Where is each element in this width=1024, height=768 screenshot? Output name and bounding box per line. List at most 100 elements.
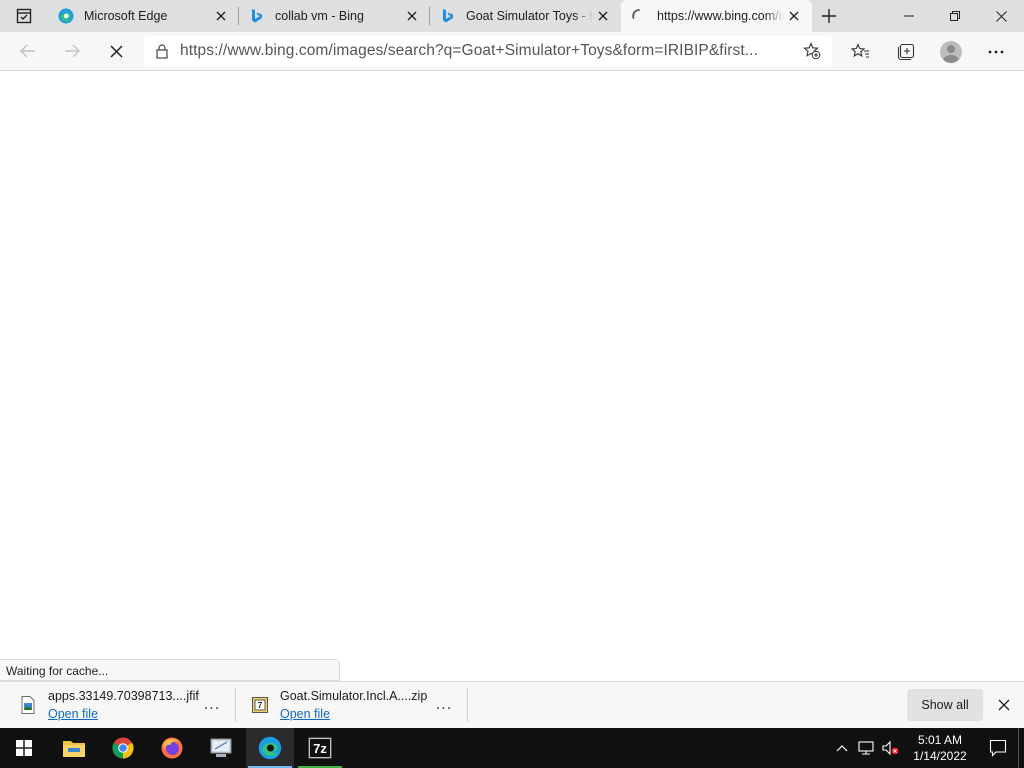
browser-toolbar: https://www.bing.com/images/search?q=Goa…	[0, 32, 1024, 71]
address-bar[interactable]: https://www.bing.com/images/search?q=Goa…	[144, 36, 832, 66]
close-icon	[598, 11, 608, 21]
forward-arrow-icon	[65, 44, 80, 58]
network-icon	[858, 741, 874, 755]
close-icon	[407, 11, 417, 21]
edge-icon	[258, 736, 282, 760]
download-bar: apps.33149.70398713....jfif Open file ..…	[0, 681, 1024, 728]
open-file-link[interactable]: Open file	[280, 707, 427, 721]
settings-more-button[interactable]	[973, 34, 1018, 70]
notification-icon	[989, 739, 1007, 757]
taskbar-network-computer[interactable]	[197, 728, 245, 768]
firefox-icon	[161, 737, 183, 759]
taskbar-chrome[interactable]	[99, 728, 147, 768]
tab-bing-images-loading[interactable]: https://www.bing.com/images/search	[621, 0, 812, 32]
avatar	[939, 40, 962, 63]
star-add-icon	[803, 42, 821, 60]
page-content	[0, 71, 1024, 659]
stop-loading-button[interactable]	[94, 33, 138, 69]
download-item[interactable]: apps.33149.70398713....jfif Open file	[20, 682, 199, 728]
tab-close-button[interactable]	[593, 6, 613, 26]
taskbar-firefox[interactable]	[148, 728, 196, 768]
profile-button[interactable]	[928, 34, 973, 70]
close-window-button[interactable]	[978, 0, 1024, 32]
new-tab-button[interactable]	[812, 0, 846, 32]
close-download-bar-button[interactable]	[992, 694, 1016, 716]
stop-icon	[109, 44, 123, 58]
bing-icon	[249, 8, 265, 24]
clock-date: 1/14/2022	[913, 749, 967, 763]
close-icon	[995, 10, 1007, 22]
taskbar-7zip[interactable]: 7z	[296, 728, 344, 768]
back-arrow-icon	[20, 44, 35, 58]
download-filename: apps.33149.70398713....jfif	[48, 689, 199, 703]
restore-button[interactable]	[932, 0, 978, 32]
download-item[interactable]: 7 Goat.Simulator.Incl.A....zip Open file	[252, 682, 427, 728]
tab-collab-vm[interactable]: collab vm - Bing	[239, 0, 430, 32]
clock-time: 5:01 AM	[917, 733, 963, 747]
svg-text:7: 7	[258, 701, 263, 710]
download-more-container: ...	[432, 682, 456, 728]
network-tray-button[interactable]	[854, 728, 878, 768]
download-separator	[235, 688, 236, 722]
forward-button[interactable]	[50, 33, 94, 69]
close-icon	[789, 11, 799, 21]
show-desktop-button[interactable]	[1018, 728, 1024, 768]
windows-taskbar: 7z 5:01 AM 1/14/2022	[0, 728, 1024, 768]
tab-strip: Microsoft Edge collab vm - Bing Goat Sim…	[0, 0, 1024, 32]
tab-title: Goat Simulator Toys - Bing	[466, 9, 593, 23]
bing-icon	[440, 8, 456, 24]
volume-muted-icon	[882, 740, 899, 756]
windows-logo-icon	[16, 740, 32, 756]
tab-title: collab vm - Bing	[275, 9, 364, 23]
computer-icon	[210, 738, 232, 757]
add-favorite-button[interactable]	[792, 42, 832, 60]
url-text[interactable]: https://www.bing.com/images/search?q=Goa…	[180, 42, 792, 60]
taskbar-file-explorer[interactable]	[50, 728, 98, 768]
svg-text:7z: 7z	[313, 741, 327, 756]
download-more-button[interactable]: ...	[432, 694, 456, 716]
show-hidden-icons-button[interactable]	[830, 728, 854, 768]
volume-tray-button[interactable]	[878, 728, 902, 768]
favorites-icon	[851, 43, 869, 58]
download-more-button[interactable]: ...	[200, 694, 224, 716]
tab-actions-icon	[16, 8, 32, 24]
taskbar-clock[interactable]: 5:01 AM 1/14/2022	[902, 732, 978, 764]
toolbar-right	[838, 32, 1018, 71]
tab-microsoft-edge[interactable]: Microsoft Edge	[48, 0, 239, 32]
open-file-link[interactable]: Open file	[48, 707, 199, 721]
chevron-up-icon	[836, 745, 848, 752]
tab-title: Microsoft Edge	[84, 9, 168, 23]
minimize-button[interactable]	[886, 0, 932, 32]
status-bubble: Waiting for cache...	[0, 659, 340, 681]
taskbar-edge[interactable]	[246, 728, 294, 768]
tab-title: https://www.bing.com/images/search	[657, 9, 784, 23]
edge-icon	[58, 8, 74, 24]
download-separator	[467, 688, 468, 722]
window-controls	[886, 0, 1024, 32]
system-tray: 5:01 AM 1/14/2022	[830, 728, 1024, 768]
lock-icon[interactable]	[144, 43, 180, 59]
plus-icon	[822, 9, 836, 23]
folder-icon	[63, 741, 85, 757]
action-center-button[interactable]	[978, 728, 1018, 768]
7zip-icon: 7z	[308, 737, 332, 759]
tab-close-button[interactable]	[784, 6, 804, 26]
more-options-icon	[988, 50, 1003, 53]
tab-close-button[interactable]	[402, 6, 422, 26]
download-more-container: ...	[200, 682, 224, 728]
close-icon	[216, 11, 226, 21]
favorites-button[interactable]	[838, 34, 883, 70]
restore-icon	[950, 11, 960, 21]
download-filename: Goat.Simulator.Incl.A....zip	[280, 689, 428, 703]
start-button[interactable]	[0, 728, 48, 768]
show-all-downloads-button[interactable]: Show all	[907, 689, 983, 721]
collections-icon	[897, 43, 914, 60]
tab-actions-button[interactable]	[0, 0, 48, 32]
back-button[interactable]	[6, 33, 50, 69]
chrome-icon	[112, 737, 134, 759]
loading-spinner-icon	[631, 8, 647, 24]
minimize-icon	[904, 15, 914, 17]
tab-goat-simulator-toys[interactable]: Goat Simulator Toys - Bing	[430, 0, 621, 32]
tab-close-button[interactable]	[211, 6, 231, 26]
collections-button[interactable]	[883, 34, 928, 70]
